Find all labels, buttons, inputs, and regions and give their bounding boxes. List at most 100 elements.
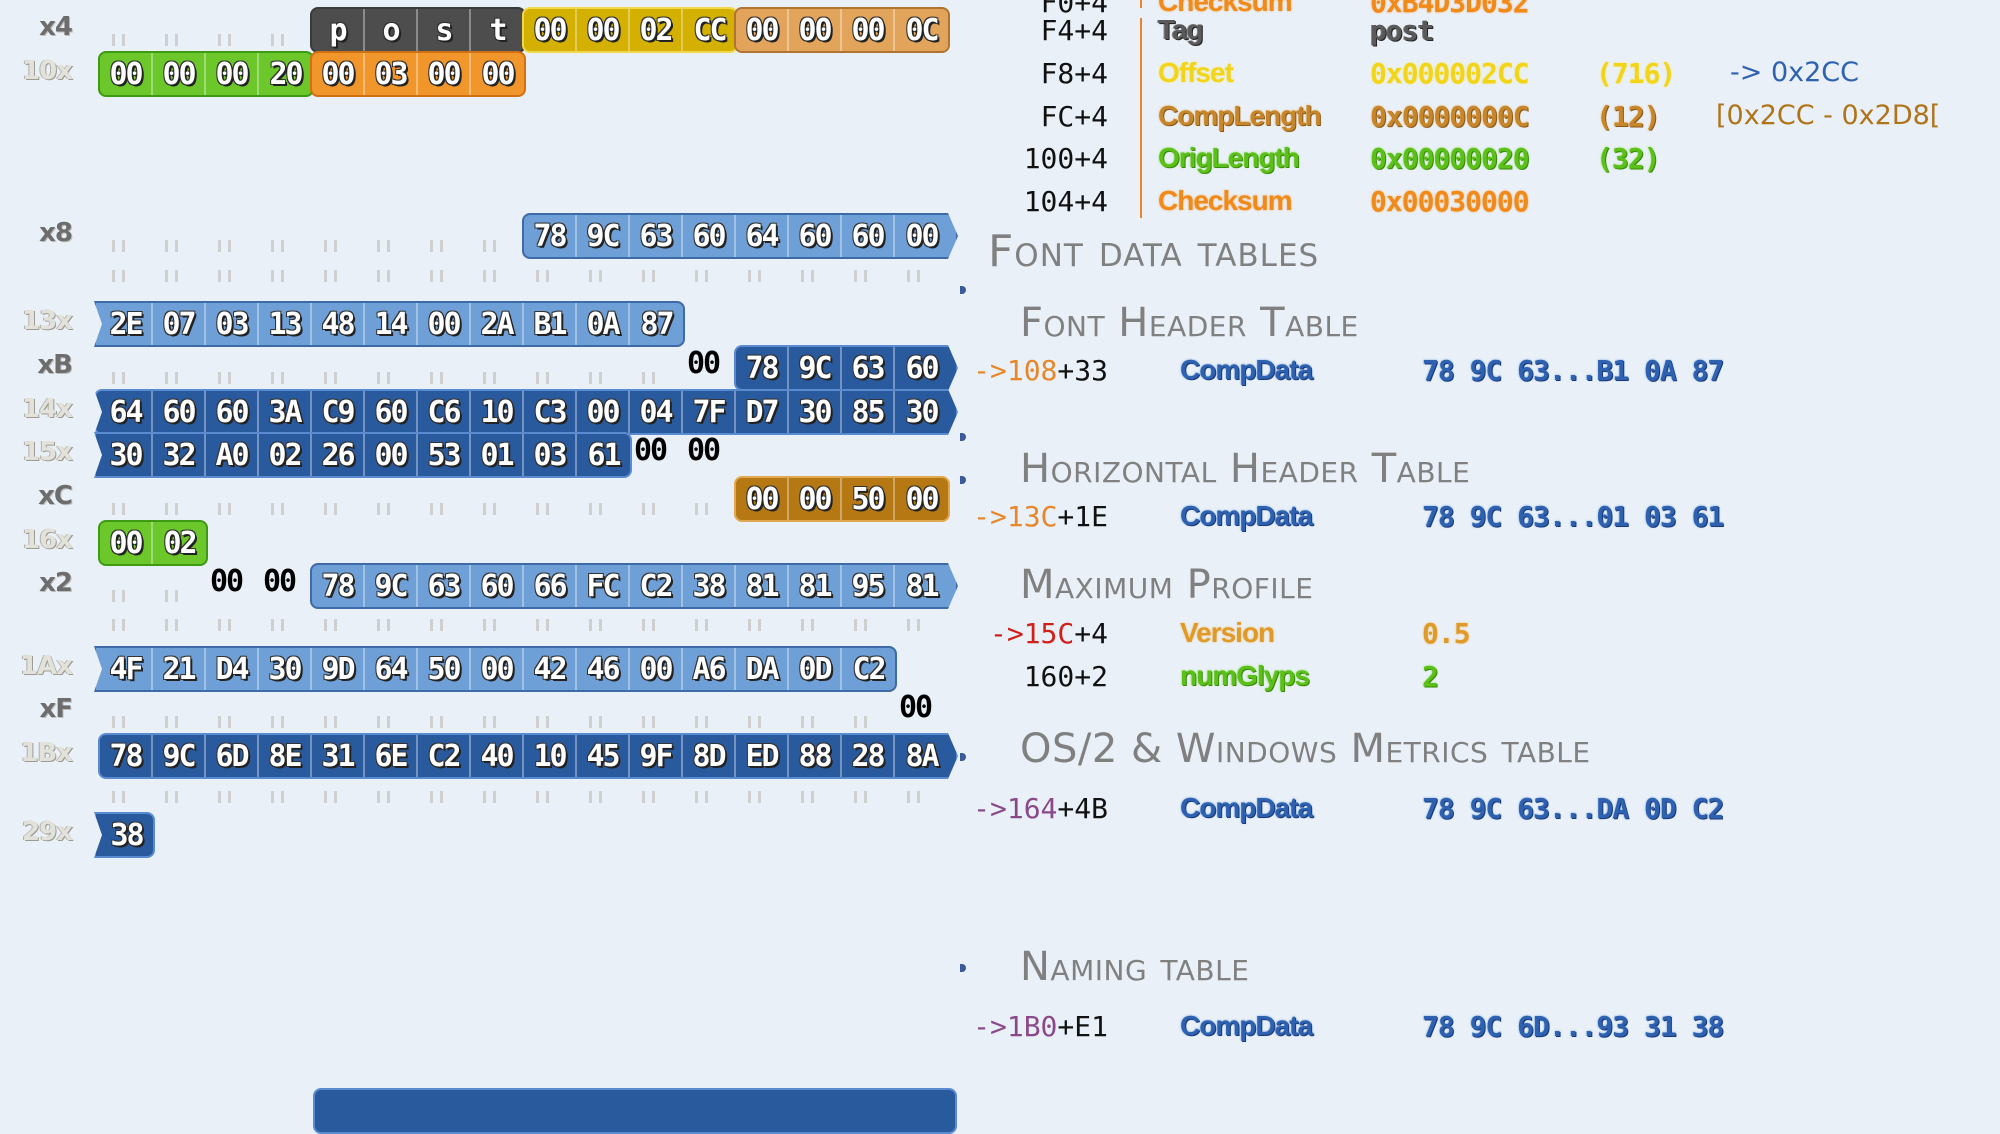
field-value[interactable]: 0.5 (1422, 617, 1471, 650)
hex-byte[interactable]: 00 (789, 9, 842, 51)
field-value[interactable]: 0x00000020 (1370, 142, 1530, 175)
hex-byte[interactable]: 50 (418, 648, 471, 690)
hex-byte[interactable]: 81 (895, 565, 948, 607)
hex-byte[interactable]: 8D (683, 735, 736, 777)
field-value[interactable]: 0x0000000C (1370, 100, 1530, 133)
hex-byte[interactable]: 00 (471, 53, 524, 95)
hex-byte[interactable]: 88 (789, 735, 842, 777)
hex-byte-unassigned[interactable]: 00 (210, 564, 244, 599)
hex-byte[interactable]: 07 (153, 303, 206, 345)
hex-byte[interactable]: D7 (736, 391, 789, 433)
hex-byte[interactable]: 9C (577, 215, 630, 257)
hex-byte[interactable]: 01 (471, 434, 524, 476)
field-name[interactable]: Tag (1158, 14, 1204, 46)
hex-byte[interactable]: 13 (259, 303, 312, 345)
hex-run-lblue[interactable]: 78 9C 63 60 64 60 60 00 (522, 213, 958, 259)
hex-byte[interactable]: 30 (895, 391, 948, 433)
hex-byte[interactable]: 95 (842, 565, 895, 607)
hex-byte[interactable]: 10 (524, 735, 577, 777)
hex-byte[interactable]: A6 (683, 648, 736, 690)
hex-byte[interactable]: DA (736, 648, 789, 690)
hex-byte[interactable]: 60 (206, 391, 259, 433)
table-pointer[interactable]: ->108+33 (908, 354, 1108, 387)
field-name[interactable]: CompData (1180, 354, 1313, 386)
hex-byte[interactable]: 00 (524, 9, 577, 51)
hex-byte[interactable]: 20 (259, 53, 312, 95)
hex-byte[interactable]: 78 (736, 347, 789, 389)
hex-byte[interactable]: C6 (418, 391, 471, 433)
hex-byte[interactable]: 87 (630, 303, 683, 345)
hex-byte[interactable]: C2 (418, 735, 471, 777)
hex-byte[interactable]: 6D (206, 735, 259, 777)
table-pointer[interactable]: ->164+4B (908, 792, 1108, 825)
field-name[interactable]: Version (1180, 617, 1275, 649)
hex-byte[interactable]: 00 (630, 648, 683, 690)
hex-byte[interactable]: 30 (100, 434, 153, 476)
table-pointer[interactable]: ->1B0+E1 (908, 1010, 1108, 1043)
hex-byte[interactable]: 00 (153, 53, 206, 95)
hex-byte[interactable]: 00 (577, 9, 630, 51)
hex-run-gray[interactable]: post (310, 7, 526, 53)
hex-byte[interactable]: 30 (259, 648, 312, 690)
hex-byte[interactable]: 0A (577, 303, 630, 345)
hex-byte[interactable]: 00 (895, 215, 948, 257)
hex-run-lblue[interactable]: 4F 21 D4 30 9D 64 50 00 42 46 00 A6 DA 0D C2 (94, 646, 897, 692)
hex-byte[interactable]: CC (683, 9, 736, 51)
hex-byte[interactable]: 00 (842, 9, 895, 51)
hex-byte[interactable]: 00 (789, 478, 842, 520)
hex-byte[interactable]: 63 (842, 347, 895, 389)
hex-byte[interactable]: C3 (524, 391, 577, 433)
hex-run-green[interactable]: 00 02 (98, 520, 208, 566)
hex-byte-unassigned[interactable]: 00 (899, 690, 933, 725)
field-name[interactable]: Offset (1158, 57, 1234, 89)
hex-byte[interactable]: A0 (206, 434, 259, 476)
hex-byte[interactable]: 8E (259, 735, 312, 777)
hex-byte[interactable]: 04 (630, 391, 683, 433)
hex-run-green[interactable]: 00 00 00 20 (98, 51, 314, 97)
hex-run-lblue[interactable]: 2E 07 03 13 48 14 00 2A B1 0A 87 (94, 301, 685, 347)
hex-byte[interactable]: 00 (100, 53, 153, 95)
hex-byte[interactable]: 03 (206, 303, 259, 345)
hex-byte[interactable]: 60 (842, 215, 895, 257)
hex-run-lblue[interactable]: 78 9C 63 60 66 FC C2 38 81 81 95 81 (310, 563, 958, 609)
hex-byte[interactable]: 45 (577, 735, 630, 777)
hex-byte[interactable]: 9C (153, 735, 206, 777)
hex-byte[interactable]: 81 (736, 565, 789, 607)
hex-byte[interactable]: 26 (312, 434, 365, 476)
hex-byte[interactable]: 30 (789, 391, 842, 433)
hex-byte[interactable]: o (365, 9, 418, 51)
hex-byte[interactable]: 78 (524, 215, 577, 257)
hex-byte[interactable]: 9C (789, 347, 842, 389)
hex-byte[interactable]: 38 (683, 565, 736, 607)
field-name[interactable]: CompData (1180, 1010, 1313, 1042)
hex-byte[interactable]: 64 (736, 215, 789, 257)
hex-byte[interactable]: 60 (789, 215, 842, 257)
field-name[interactable]: CompLength (1158, 100, 1322, 132)
field-value[interactable]: 78 9C 63...DA 0D C2 (1422, 792, 1724, 825)
hex-byte[interactable]: 48 (312, 303, 365, 345)
hex-byte[interactable]: C2 (630, 565, 683, 607)
hex-byte[interactable]: 00 (471, 648, 524, 690)
hex-byte[interactable]: 03 (524, 434, 577, 476)
hex-byte[interactable]: 03 (365, 53, 418, 95)
hex-byte-unassigned[interactable]: 00 (687, 346, 721, 381)
hex-byte[interactable]: B1 (524, 303, 577, 345)
hex-byte[interactable]: 85 (842, 391, 895, 433)
field-value[interactable]: post (1370, 14, 1434, 47)
hex-byte[interactable]: 00 (577, 391, 630, 433)
hex-byte[interactable]: t (471, 9, 524, 51)
hex-byte[interactable]: 40 (471, 735, 524, 777)
hex-byte[interactable]: 2A (471, 303, 524, 345)
hex-byte[interactable]: C9 (312, 391, 365, 433)
hex-byte[interactable]: 9F (630, 735, 683, 777)
field-name[interactable]: CompData (1180, 500, 1313, 532)
hex-byte[interactable]: 02 (259, 434, 312, 476)
hex-byte[interactable]: 78 (100, 735, 153, 777)
hex-byte[interactable]: 32 (153, 434, 206, 476)
hex-byte[interactable]: 63 (630, 215, 683, 257)
hex-byte[interactable]: 6E (365, 735, 418, 777)
hex-byte[interactable]: ED (736, 735, 789, 777)
hex-byte[interactable]: 81 (789, 565, 842, 607)
hex-run-orange[interactable]: 00 03 00 00 (310, 51, 526, 97)
hex-run-dblue[interactable]: 78 9C 6D 8E 31 6E C2 40 10 45 9F 8D ED 88 28 8A (98, 733, 958, 779)
